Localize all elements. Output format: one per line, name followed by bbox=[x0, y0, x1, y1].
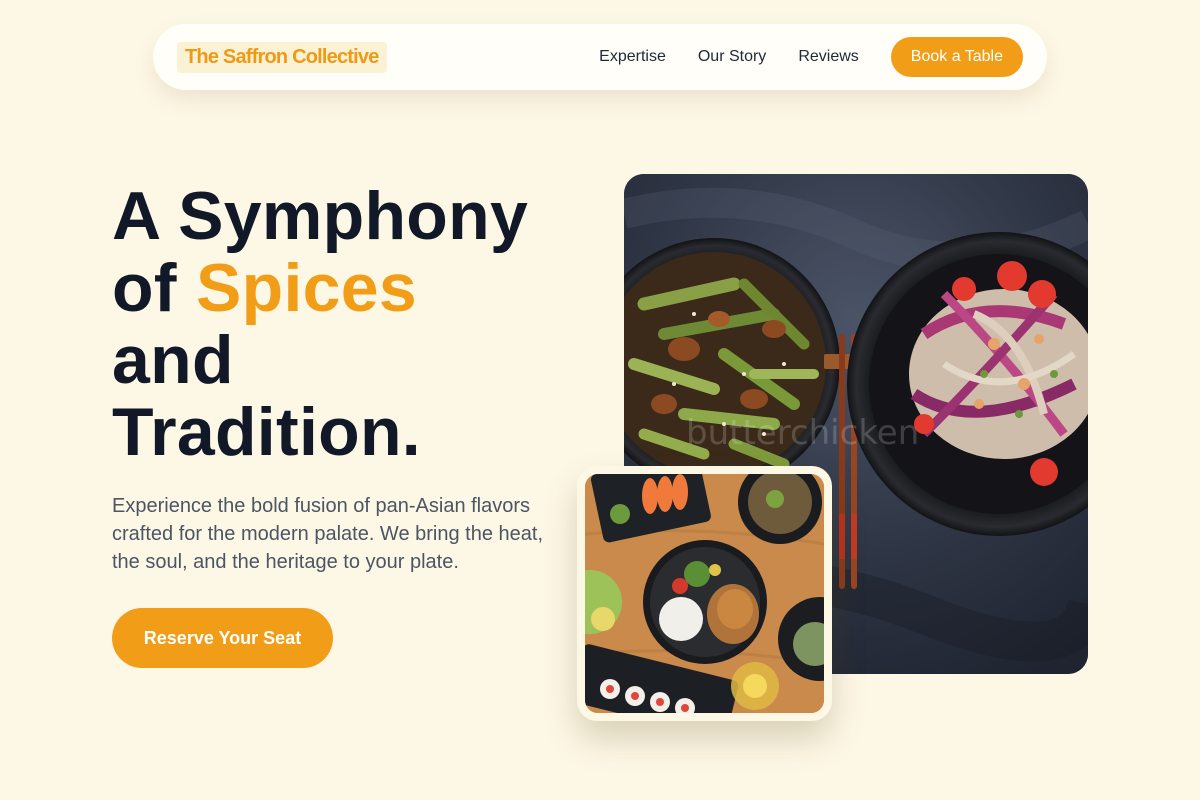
hero-secondary-photo bbox=[577, 466, 832, 721]
hero-title-line4: Tradition. bbox=[112, 394, 421, 470]
hero-title-of: of bbox=[112, 250, 177, 326]
nav-links: Expertise Our Story Reviews Book a Table bbox=[599, 37, 1023, 77]
reserve-seat-button[interactable]: Reserve Your Seat bbox=[112, 608, 333, 668]
photo-watermark: butterchicken bbox=[686, 413, 919, 453]
nav-link-our-story[interactable]: Our Story bbox=[698, 48, 766, 66]
brand-logo[interactable]: The Saffron Collective bbox=[177, 41, 387, 73]
hero-title-line1: A Symphony bbox=[112, 178, 529, 254]
nav-link-expertise[interactable]: Expertise bbox=[599, 48, 666, 66]
hero-title: A Symphony of Spices and Tradition. bbox=[112, 180, 592, 468]
book-table-button[interactable]: Book a Table bbox=[890, 37, 1023, 77]
hero-title-accent: Spices bbox=[196, 250, 418, 326]
hero-title-line3: and bbox=[112, 322, 234, 398]
hero-subtitle: Experience the bold fusion of pan-Asian … bbox=[112, 495, 543, 573]
navbar: The Saffron Collective Expertise Our Sto… bbox=[153, 24, 1047, 90]
nav-link-reviews[interactable]: Reviews bbox=[798, 48, 858, 66]
table-spread-image bbox=[585, 474, 824, 713]
